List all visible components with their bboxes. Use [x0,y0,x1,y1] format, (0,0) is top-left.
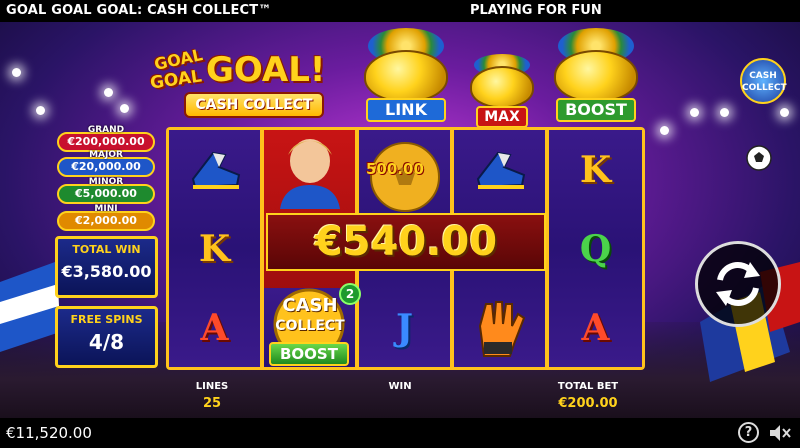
cash-collect-text: CASH COLLECT [272,296,348,336]
boot-icon [476,151,525,189]
jackpot-major: MAJOR €20,000.00 [57,150,155,177]
jackpot-value: €200,000.00 [67,135,145,148]
jackpot-label: GRAND [87,125,125,135]
cash-collect-boost-label: BOOST [269,342,349,366]
letter-j: J [395,306,414,349]
jackpot-label: MINOR [88,177,124,187]
game-title: GOAL GOAL GOAL: CASH COLLECT™ [6,3,272,18]
symbol-player [264,130,355,209]
reel-5: K Q A [549,130,642,367]
lines-label: LINES [195,381,229,392]
pot-bowl [470,66,534,108]
pot-label-boost: BOOST [556,98,636,122]
symbol-glove [454,288,545,367]
pot-bowl [554,50,638,102]
goalkeeper-glove-icon [478,300,525,357]
symbol-k: K [169,209,260,288]
stadium-light [780,108,789,117]
letter-k: K [579,148,612,191]
jackpot-label: MAJOR [89,150,123,160]
free-spins-value: 4/8 [88,330,125,354]
total-win-value: €3,580.00 [61,262,152,281]
bottom-bar: €11,520.00 ? [0,418,800,448]
help-icon[interactable]: ? [738,422,759,443]
jackpot-minor: MINOR €5,000.00 [57,177,155,204]
play-mode-label: PLAYING FOR FUN [470,3,602,18]
symbol-a: A [549,288,642,367]
stadium-light [690,108,699,117]
letter-a: A [200,306,229,349]
jackpot-value: €20,000.00 [71,160,141,173]
free-spins-label: FREE SPINS [70,313,143,326]
stadium-light [12,68,21,77]
stadium-light [36,106,45,115]
stadium-light [120,104,129,113]
symbol-k: K [549,130,642,209]
flag-left [0,262,60,352]
player-icon [279,138,340,209]
symbol-j: J [359,288,450,367]
stadium-light [660,126,669,135]
free-spins-panel: FREE SPINS 4/8 [55,306,158,368]
total-win-panel: TOTAL WIN €3,580.00 [55,236,158,298]
stadium-light [104,88,113,97]
symbol-q: Q [549,209,642,288]
boost-pot: BOOST [552,26,640,126]
max-pot: MAX [468,52,536,130]
cc-line2: COLLECT [275,318,345,334]
jackpot-mini: MINI €2,000.00 [57,204,155,231]
total-bet-label: TOTAL BET [557,381,619,392]
cc-line1: CASH [282,295,338,316]
spin-arrows-icon [716,262,760,306]
spin-button[interactable] [695,241,781,327]
symbol-boot [169,130,260,209]
logo-cash-collect: CASH COLLECT [184,92,324,118]
badge-line1: CASH [749,71,777,81]
ball-cash-value: 500.00 [366,160,424,178]
symbol-boot [454,130,545,209]
cash-collect-badge[interactable]: CASH COLLECT [740,58,787,104]
total-win-label: TOTAL WIN [72,243,141,256]
jackpot-value: €2,000.00 [75,214,137,227]
total-bet-value: €200.00 [558,396,618,411]
win-banner: €540.00 [266,213,546,271]
symbol-a: A [169,288,260,367]
pot-label-max: MAX [476,106,528,128]
multiplier-badge: 2 [339,283,361,305]
win-label: WIN [388,381,412,392]
jackpot-grand: GRAND €200,000.00 [57,125,155,152]
stadium-light [720,108,729,117]
badge-line2: COLLECT [742,83,787,93]
game-logo: GOAL GOAL GOAL! CASH COLLECT [149,34,335,124]
soccer-ball-icon [746,145,772,171]
letter-k: K [198,227,231,270]
win-amount: €540.00 [314,219,498,265]
link-pot: LINK [362,26,450,126]
jackpot-label: MINI [94,204,118,214]
mute-icon[interactable] [768,423,792,443]
jackpot-value: €5,000.00 [75,187,137,200]
letter-a: A [581,306,610,349]
logo-word: GOAL! [206,50,326,90]
boot-icon [191,151,240,189]
pot-bowl [364,50,448,102]
reel-1: K A [169,130,260,367]
balance: €11,520.00 [6,424,92,442]
top-bar: GOAL GOAL GOAL: CASH COLLECT™ PLAYING FO… [0,0,800,22]
letter-q: Q [579,227,612,270]
pot-label-link: LINK [366,98,446,122]
lines-value: 25 [202,396,222,411]
